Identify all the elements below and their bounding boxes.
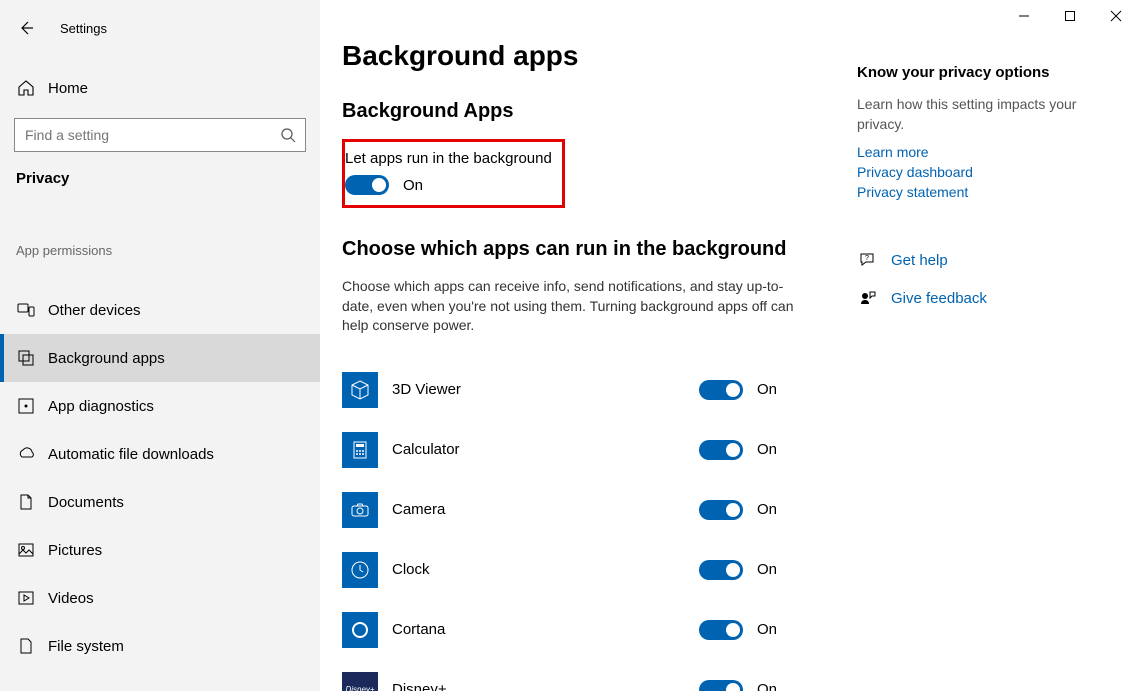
master-toggle-state: On xyxy=(403,177,423,194)
app-icon-disney-plus: Disney+ xyxy=(342,672,378,691)
app-row-camera: Camera On xyxy=(342,480,797,540)
help-row: ? Get help xyxy=(857,250,1107,270)
app-row-cortana: Cortana On xyxy=(342,600,797,660)
sidebar-item-label: Documents xyxy=(48,494,124,511)
link-give-feedback[interactable]: Give feedback xyxy=(891,290,987,307)
app-toggle-state: On xyxy=(757,381,797,398)
sidebar-item-app-diagnostics[interactable]: App diagnostics xyxy=(0,382,320,430)
app-name-label: Cortana xyxy=(392,621,627,638)
link-privacy-dashboard[interactable]: Privacy dashboard xyxy=(857,164,1107,180)
feedback-icon xyxy=(857,288,877,308)
sidebar-item-home[interactable]: Home xyxy=(0,68,320,108)
sidebar-group-app-permissions: App permissions xyxy=(0,243,320,258)
app-icon-calculator xyxy=(342,432,378,468)
app-toggle-camera[interactable] xyxy=(699,500,743,520)
sidebar-item-documents[interactable]: Documents xyxy=(0,478,320,526)
info-panel-links: Learn more Privacy dashboard Privacy sta… xyxy=(857,144,1107,200)
documents-icon xyxy=(16,492,36,512)
svg-text:?: ? xyxy=(865,255,869,262)
app-name-label: Calculator xyxy=(392,441,627,458)
app-toggle-state: On xyxy=(757,441,797,458)
app-icon-camera xyxy=(342,492,378,528)
app-toggle-state: On xyxy=(757,501,797,518)
search-icon xyxy=(280,127,296,143)
sidebar-item-label: App diagnostics xyxy=(48,398,154,415)
app-toggle-cortana[interactable] xyxy=(699,620,743,640)
app-name-label: Disney+ xyxy=(392,681,627,691)
info-panel-text: Learn how this setting impacts your priv… xyxy=(857,95,1107,134)
link-get-help[interactable]: Get help xyxy=(891,252,948,269)
sidebar-item-label: Pictures xyxy=(48,542,102,559)
app-icon-clock xyxy=(342,552,378,588)
app-row-calculator: Calculator On xyxy=(342,420,797,480)
sidebar: Settings Home Privacy App permissions Ot… xyxy=(0,0,320,691)
sidebar-category-privacy: Privacy xyxy=(0,152,320,187)
app-row-disney-plus: Disney+ Disney+ On xyxy=(342,660,797,691)
sidebar-item-other-devices[interactable]: Other devices xyxy=(0,286,320,334)
app-toggle-calculator[interactable] xyxy=(699,440,743,460)
info-panel-title: Know your privacy options xyxy=(857,64,1107,81)
app-name-label: 3D Viewer xyxy=(392,381,627,398)
app-toggle-clock[interactable] xyxy=(699,560,743,580)
choose-apps-description: Choose which apps can receive info, send… xyxy=(342,277,797,336)
sidebar-item-background-apps[interactable]: Background apps xyxy=(0,334,320,382)
videos-icon xyxy=(16,588,36,608)
app-toggle-disney-plus[interactable] xyxy=(699,680,743,691)
sidebar-item-label: Background apps xyxy=(48,350,165,367)
app-icon-cortana xyxy=(342,612,378,648)
sidebar-item-label: Other devices xyxy=(48,302,141,319)
background-apps-icon xyxy=(16,348,36,368)
sidebar-item-label: Videos xyxy=(48,590,94,607)
highlight-master-toggle: Let apps run in the background On xyxy=(342,139,565,208)
sidebar-item-automatic-file-downloads[interactable]: Automatic file downloads xyxy=(0,430,320,478)
sidebar-item-label: Automatic file downloads xyxy=(48,446,214,463)
file-system-icon xyxy=(16,636,36,656)
app-row-3d-viewer: 3D Viewer On xyxy=(342,360,797,420)
app-title: Settings xyxy=(60,21,107,36)
home-label: Home xyxy=(48,80,88,97)
link-privacy-statement[interactable]: Privacy statement xyxy=(857,184,1107,200)
sidebar-item-file-system[interactable]: File system xyxy=(0,622,320,670)
app-name-label: Camera xyxy=(392,501,627,518)
back-button[interactable] xyxy=(16,18,36,38)
section-background-apps: Background Apps xyxy=(342,100,797,123)
sidebar-item-label: File system xyxy=(48,638,124,655)
sidebar-item-videos[interactable]: Videos xyxy=(0,574,320,622)
app-toggle-state: On xyxy=(757,621,797,638)
main-content: Background apps Background Apps Let apps… xyxy=(320,0,1139,691)
app-name-label: Clock xyxy=(392,561,627,578)
page-title: Background apps xyxy=(342,40,797,72)
search-container xyxy=(14,118,306,152)
master-toggle-label: Let apps run in the background xyxy=(345,150,552,167)
app-toggle-3d-viewer[interactable] xyxy=(699,380,743,400)
section-choose-apps: Choose which apps can run in the backgro… xyxy=(342,238,797,261)
app-toggle-state: On xyxy=(757,561,797,578)
help-icon: ? xyxy=(857,250,877,270)
home-icon xyxy=(16,78,36,98)
pictures-icon xyxy=(16,540,36,560)
app-icon-3d-viewer xyxy=(342,372,378,408)
app-list: 3D Viewer On Calculator On Camera On xyxy=(342,360,797,691)
diagnostics-icon xyxy=(16,396,36,416)
link-learn-more[interactable]: Learn more xyxy=(857,144,1107,160)
cloud-download-icon xyxy=(16,444,36,464)
sidebar-nav-list: Other devices Background apps App diagno… xyxy=(0,286,320,670)
app-toggle-state: On xyxy=(757,681,797,691)
devices-icon xyxy=(16,300,36,320)
app-row-clock: Clock On xyxy=(342,540,797,600)
master-toggle[interactable] xyxy=(345,175,389,195)
sidebar-item-pictures[interactable]: Pictures xyxy=(0,526,320,574)
feedback-row: Give feedback xyxy=(857,288,1107,308)
search-input[interactable] xyxy=(14,118,306,152)
info-panel: Know your privacy options Learn how this… xyxy=(857,40,1107,691)
